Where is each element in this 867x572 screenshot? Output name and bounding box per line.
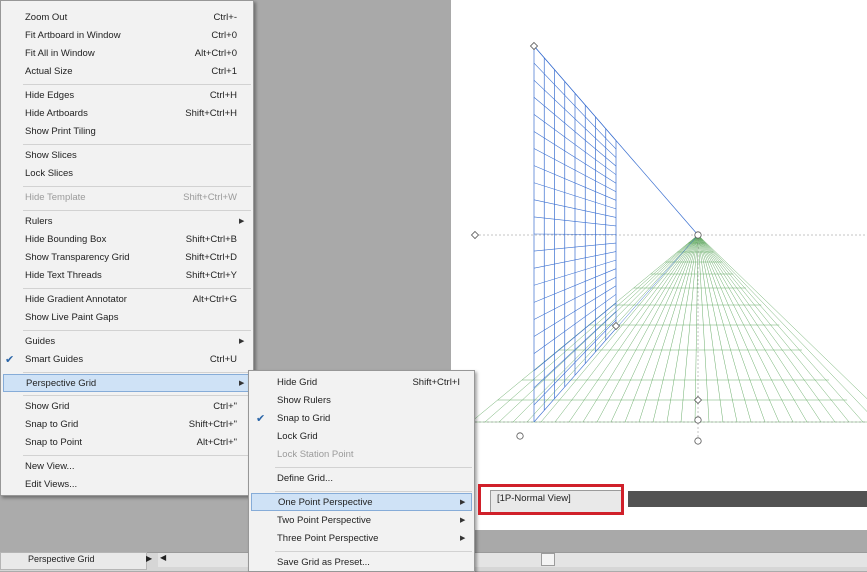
menu-item-show-grid[interactable]: Show Grid Ctrl+" [1,398,253,416]
ground-grid-ray [697,234,808,423]
menu-item-actual-size[interactable]: Actual Size Ctrl+1 [1,63,253,81]
menu-item-perspective-grid[interactable]: Perspective Grid ▶ [3,374,251,392]
submenu-item-one-point-perspective[interactable]: One Point Perspective ▶ [251,493,472,511]
menu-item-lock-slices[interactable]: Lock Slices [1,165,253,183]
menu-item-zoom-in-partial[interactable] [1,1,253,9]
annotation-highlight-box [478,484,624,515]
scroll-left-icon[interactable]: ◀ [160,553,166,562]
menu-item-zoom-out[interactable]: Zoom Out Ctrl+- [1,9,253,27]
submenu-item-two-point-perspective[interactable]: Two Point Perspective ▶ [249,512,474,530]
ground-grid-ray [484,234,699,423]
ground-grid-ray [596,234,699,423]
menu-separator [23,288,251,289]
menu-separator [23,395,251,396]
menu-separator [23,84,251,85]
ground-level-handle[interactable] [694,416,702,424]
menu-separator [275,491,472,492]
station-point-handle[interactable] [694,437,702,445]
ground-grid-ray [697,234,752,423]
ground-grid-ray [697,234,864,423]
menu-item-fit-artboard[interactable]: Fit Artboard in Window Ctrl+0 [1,27,253,45]
perspective-grid[interactable] [451,0,867,530]
menu-separator [275,467,472,468]
submenu-arrow-icon: ▶ [239,338,245,345]
horizon-handle[interactable] [470,230,480,240]
ground-grid-ray [697,234,867,400]
vanishing-point-handle[interactable] [694,231,702,239]
ground-grid-ray [697,234,836,423]
submenu-item-snap-to-grid[interactable]: ✔ Snap to Grid [249,410,474,428]
wall-extent-handle[interactable] [611,321,621,331]
ground-grid-ray [568,234,699,423]
menu-item-show-transparency-grid[interactable]: Show Transparency Grid Shift+Ctrl+D [1,249,253,267]
submenu-item-show-rulers[interactable]: Show Rulers [249,392,474,410]
menu-item-snap-to-grid[interactable]: Snap to Grid Shift+Ctrl+" [1,416,253,434]
menu-item-new-view[interactable]: New View... [1,458,253,476]
submenu-arrow-icon: ▶ [460,535,466,542]
submenu-item-hide-grid[interactable]: Hide Grid Shift+Ctrl+I [249,374,474,392]
ground-grid-ray [697,234,850,423]
menu-separator [23,455,251,456]
menu-item-show-slices[interactable]: Show Slices [1,147,253,165]
ground-grid-ray [526,234,699,423]
menu-item-rulers[interactable]: Rulers ▶ [1,213,253,231]
menu-separator [23,186,251,187]
menu-separator [23,372,251,373]
menu-item-show-live-paint-gaps[interactable]: Show Live Paint Gaps [1,309,253,327]
perspective-grid-submenu: Hide Grid Shift+Ctrl+I Show Rulers ✔ Snap … [248,370,475,572]
menu-item-show-print-tiling[interactable]: Show Print Tiling [1,123,253,141]
ground-grid-ray [697,234,710,423]
check-icon: ✔ [5,354,15,366]
submenu-arrow-icon: ▶ [239,218,245,225]
ground-grid-ray [610,234,699,423]
menu-item-smart-guides[interactable]: ✔ Smart Guides Ctrl+U [1,351,253,369]
menu-item-hide-bounding-box[interactable]: Hide Bounding Box Shift+Ctrl+B [1,231,253,249]
ground-grid-ray [470,234,699,423]
panel-divider [628,491,867,507]
ground-grid-ray [697,234,822,423]
submenu-arrow-icon: ▶ [460,517,466,524]
check-icon: ✔ [256,413,266,425]
ground-grid-ray [652,234,699,423]
ground-grid-ray [624,234,699,423]
menu-item-hide-text-threads[interactable]: Hide Text Threads Shift+Ctrl+Y [1,267,253,285]
menu-item-hide-gradient-annotator[interactable]: Hide Gradient Annotator Alt+Ctrl+G [1,291,253,309]
menu-item-edit-views[interactable]: Edit Views... [1,476,253,494]
status-menu-arrow-icon[interactable]: ▶ [146,554,152,563]
menu-item-guides[interactable]: Guides ▶ [1,333,253,351]
ground-grid-ray [697,234,766,423]
menu-item-hide-edges[interactable]: Hide Edges Ctrl+H [1,87,253,105]
scrollbar-thumb[interactable] [541,553,555,566]
menu-separator [23,210,251,211]
submenu-item-lock-station-point: Lock Station Point [277,449,354,460]
ground-grid-ray [582,234,699,423]
ground-grid-ray [666,234,699,423]
ground-grid-ray [554,234,699,423]
origin-handle[interactable] [516,432,524,440]
menu-item-snap-to-point[interactable]: Snap to Point Alt+Ctrl+" [1,434,253,452]
ground-grid-ray [697,234,794,423]
status-tool-label: Perspective Grid [28,554,95,564]
ground-grid-ray [697,234,867,412]
menu-item-hide-artboards[interactable]: Hide Artboards Shift+Ctrl+H [1,105,253,123]
ground-grid-ray [697,234,738,423]
menu-item-hide-template: Hide Template Shift+Ctrl+W [25,192,237,203]
menu-separator [23,144,251,145]
wall-extent-line [615,234,699,329]
submenu-item-define-grid[interactable]: Define Grid... [249,470,474,488]
submenu-item-three-point-perspective[interactable]: Three Point Perspective ▶ [249,530,474,548]
submenu-item-save-grid-preset[interactable]: Save Grid as Preset... [249,554,474,572]
ground-grid-ray [697,234,780,423]
menu-separator [275,551,472,552]
menu-item-fit-all[interactable]: Fit All in Window Alt+Ctrl+0 [1,45,253,63]
menu-separator [23,330,251,331]
ground-grid-ray [697,234,724,423]
view-menu: Zoom Out Ctrl+- Fit Artboard in Window Ctr… [0,0,254,496]
ground-grid-ray [638,234,699,423]
submenu-arrow-icon: ▶ [239,380,245,387]
submenu-item-lock-grid[interactable]: Lock Grid [249,428,474,446]
ground-grid-ray [498,234,699,423]
wall-grid-line [533,233,617,235]
submenu-arrow-icon: ▶ [460,499,466,506]
